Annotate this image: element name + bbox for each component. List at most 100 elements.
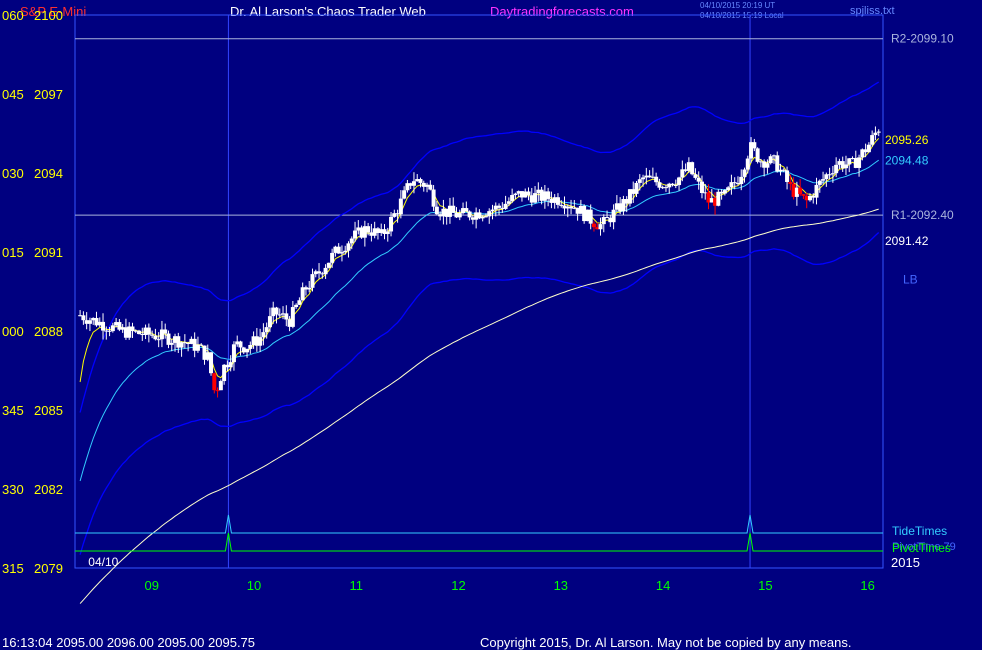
lower-band [79,232,880,555]
candle-body [601,217,606,225]
candle-body [673,184,678,186]
candle-body [290,307,295,327]
candle-body [130,326,135,331]
y-tick-label: 2088 [34,324,63,339]
ema-slow-line [79,208,879,604]
pivottimes-label: PivotTimes [892,541,951,555]
candle-body [670,183,675,185]
candle-body [434,206,439,215]
candle-body [768,156,773,164]
timing-line-pivottimes [75,532,883,552]
candle-body [398,198,403,215]
candle-body [451,205,456,213]
chart-window: S&P E-Mini Dr. Al Larson's Chaos Trader … [0,0,982,650]
candle-body [349,238,354,244]
candle-body [264,327,269,333]
candle-body [343,250,348,253]
y-tick-label: 2082 [34,482,63,497]
x-tick-label: 13 [554,578,568,593]
candle-body [732,182,737,184]
candle-body [483,216,488,218]
candle-body [101,321,106,331]
price-chart: R2-2099.10 R1-2092.40 060 2100 045 2097 030 209… [2,8,956,604]
candle-body [726,187,731,191]
candle-body [876,131,881,133]
candle-body [274,307,279,315]
candle-body [866,144,871,153]
candle-body [389,216,394,232]
candle-body [339,252,344,254]
y-tick-code: 345 [2,403,24,418]
year-label: 2015 [891,555,920,570]
candle-body [284,313,289,320]
x-tick-label: 12 [451,578,465,593]
last-value-ema-slow: 2091.42 [885,234,929,248]
candle-body [212,373,217,391]
candle-body [199,344,204,346]
y-tick-label: 2100 [34,8,63,23]
candle-body [346,243,351,251]
candle-body [739,176,744,185]
x-tick-label: 09 [144,578,158,593]
plot-frame [74,14,884,569]
y-tick-code: 060 [2,8,24,23]
candle-body [428,184,433,190]
level-lines [74,14,884,569]
candle-body [814,184,819,198]
y-tick-label: 2085 [34,403,63,418]
candle-body [546,191,551,199]
candle-body [222,364,227,382]
date-label: 04/10 [88,555,118,569]
candle-body [634,182,639,194]
candle-body [467,211,472,218]
candle-body [513,193,518,196]
tidetimes-label: TideTimes [892,524,947,538]
candle-body [307,287,312,290]
candle-body [870,135,875,145]
candle-body [245,348,250,353]
candle-body [366,226,371,233]
candle-body [654,176,659,183]
candle-body [827,174,832,176]
candle-body [169,342,174,345]
upper-band [79,81,880,413]
candle-body [294,304,299,308]
timing-line-tidetimes [75,514,883,534]
copyright-notice: Copyright 2015, Dr. Al Larson. May not b… [480,635,852,650]
x-tick-label: 15 [758,578,772,593]
candle-body [830,173,835,175]
x-tick-label: 16 [860,578,874,593]
candle-body [785,170,790,182]
last-quote: 16:13:04 2095.00 2096.00 2095.00 2095.75 [2,635,256,650]
candle-body [218,381,223,391]
candle-body [215,390,220,392]
candle-body [755,148,760,162]
candle-body [693,174,698,178]
y-tick-label: 2079 [34,561,63,576]
candle-body [752,142,757,149]
y-tick-code: 015 [2,245,24,260]
ema-mid-line [79,159,879,482]
candle-body [843,164,848,169]
candle-body [209,352,214,374]
candle-body [110,325,115,332]
candle-body [258,337,263,346]
y-tick-code: 330 [2,482,24,497]
candle-body [297,300,302,305]
candle-body [821,179,826,181]
candle-body [353,230,358,239]
y-tick-code: 315 [2,561,24,576]
level-label-r1: R1-2092.40 [891,208,954,222]
candle-body [261,332,266,338]
x-tick-label: 14 [656,578,670,593]
candle-body [699,181,704,194]
candle-body [81,315,86,321]
candle-body [591,223,596,228]
x-tick-label: 11 [350,578,364,593]
candle-body [490,209,495,212]
candle-body [873,132,878,136]
candle-body [857,157,862,168]
candle-body [418,179,423,183]
candle-body [798,187,803,195]
candle-body [716,191,721,206]
